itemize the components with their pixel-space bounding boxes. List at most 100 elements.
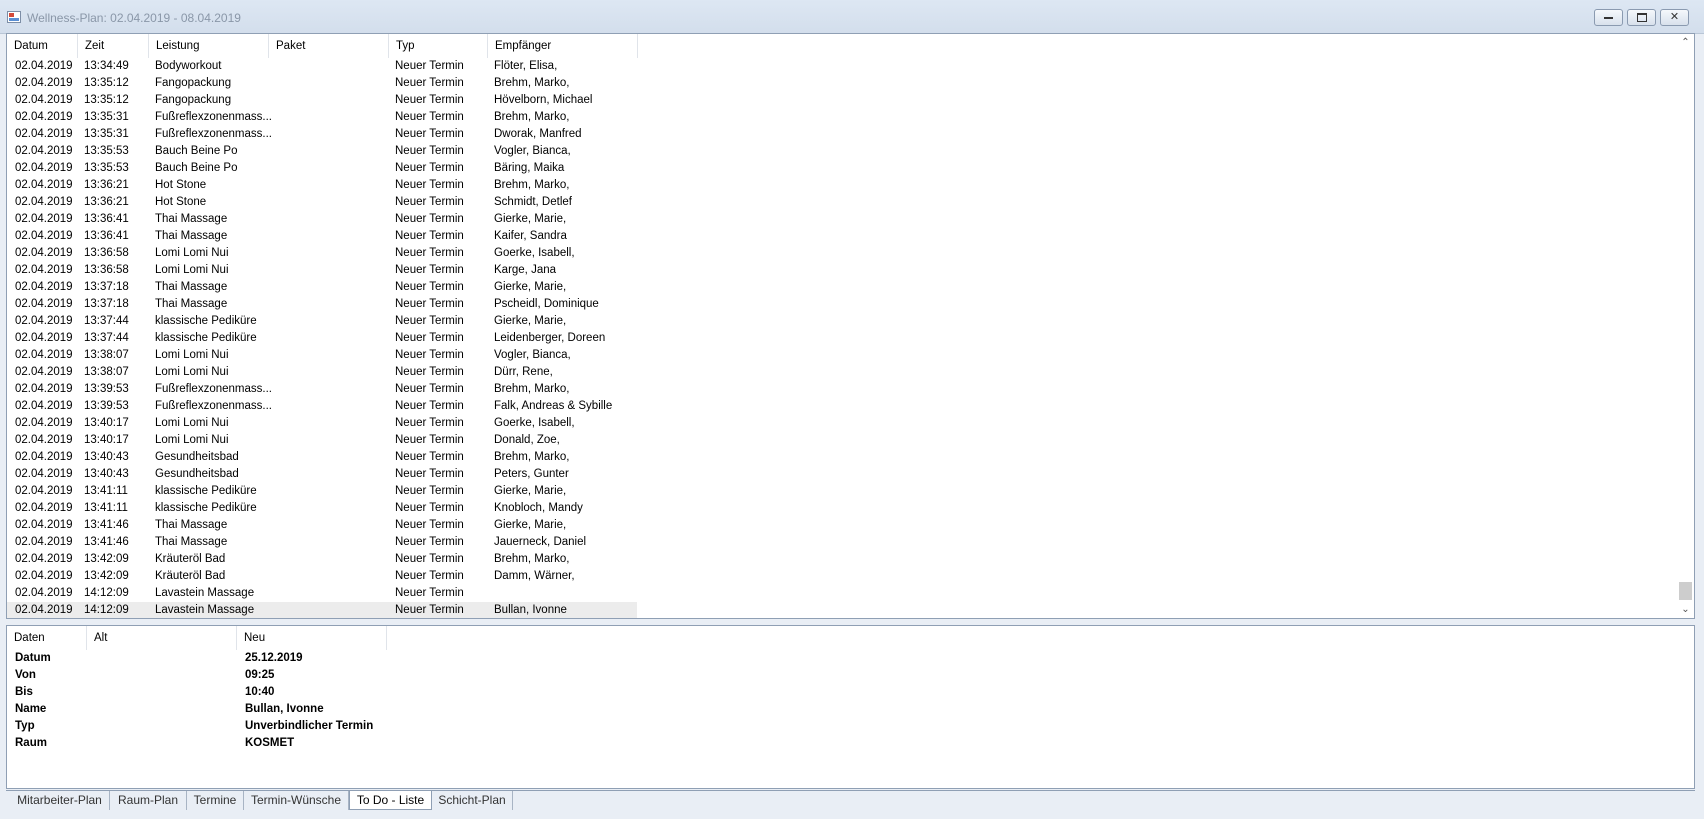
cell-typ: Neuer Termin [395, 485, 464, 497]
table-row[interactable]: 02.04.2019 13:36:58 Lomi Lomi Nui Neuer Ter… [7, 245, 637, 262]
cell-datum: 02.04.2019 [15, 383, 73, 395]
cell-datum: 02.04.2019 [15, 298, 73, 310]
table-row[interactable]: 02.04.2019 13:41:46 Thai Massage Neuer Term… [7, 534, 637, 551]
table-row[interactable]: 02.04.2019 13:36:41 Thai Massage Neuer Term… [7, 211, 637, 228]
tab-schicht-plan[interactable]: Schicht-Plan [432, 791, 513, 810]
tab-termin-wuensche[interactable]: Termin-Wünsche [244, 791, 349, 810]
column-header-zeit[interactable]: Zeit [78, 34, 149, 58]
cell-datum: 02.04.2019 [15, 264, 73, 276]
minimize-button[interactable] [1594, 9, 1623, 26]
table-row[interactable]: 02.04.2019 13:40:17 Lomi Lomi Nui Neuer Ter… [7, 415, 637, 432]
cell-zeit: 14:12:09 [84, 604, 129, 616]
table-row[interactable]: 02.04.2019 13:34:49 Bodyworkout Neuer Termi… [7, 58, 637, 75]
cell-zeit: 13:37:44 [84, 315, 129, 327]
table-row[interactable]: 02.04.2019 13:40:43 Gesundheitsbad Neuer Te… [7, 466, 637, 483]
cell-zeit: 13:41:11 [84, 502, 128, 514]
vertical-scrollbar[interactable]: ⌃ ⌄ [1677, 34, 1694, 618]
column-header-daten[interactable]: Daten [7, 626, 87, 650]
cell-zeit: 13:36:58 [84, 264, 129, 276]
scroll-up-icon[interactable]: ⌃ [1677, 34, 1694, 51]
table-row[interactable]: 02.04.2019 13:40:43 Gesundheitsbad Neuer Te… [7, 449, 637, 466]
detail-table-body: Datum 25.12.2019 Von 09:25 Bis 10:40 Name Bulla… [7, 650, 427, 752]
cell-empfaenger: Knobloch, Mandy [494, 502, 583, 514]
table-row[interactable]: 02.04.2019 14:12:09 Lavastein Massage Neuer… [7, 602, 637, 618]
cell-zeit: 13:42:09 [84, 570, 129, 582]
table-row[interactable]: 02.04.2019 13:39:53 Fußreflexzonenmass... N… [7, 398, 637, 415]
column-header-typ[interactable]: Typ [389, 34, 488, 58]
column-header-neu[interactable]: Neu [237, 626, 387, 650]
column-header-paket[interactable]: Paket [269, 34, 389, 58]
table-row[interactable]: 02.04.2019 13:36:21 Hot Stone Neuer Termin S… [7, 194, 637, 211]
table-row[interactable]: 02.04.2019 13:37:44 klassische Pediküre Neu… [7, 313, 637, 330]
cell-zeit: 13:36:58 [84, 247, 129, 259]
table-row[interactable]: 02.04.2019 13:37:18 Thai Massage Neuer Term… [7, 279, 637, 296]
tab-to-do-liste[interactable]: To Do - Liste [349, 791, 432, 810]
table-row[interactable]: 02.04.2019 13:36:21 Hot Stone Neuer Termin B… [7, 177, 637, 194]
cell-leistung: Lavastein Massage [155, 604, 255, 616]
cell-leistung: Gesundheitsbad [155, 451, 239, 463]
tab-raum-plan[interactable]: Raum-Plan [110, 791, 187, 810]
cell-leistung: Kräuteröl Bad [155, 570, 226, 582]
maximize-button[interactable] [1627, 9, 1656, 26]
table-row[interactable]: 02.04.2019 13:39:53 Fußreflexzonenmass... N… [7, 381, 637, 398]
cell-typ: Neuer Termin [395, 349, 464, 361]
table-row[interactable]: 02.04.2019 13:36:58 Lomi Lomi Nui Neuer Ter… [7, 262, 637, 279]
cell-empfaenger: Dürr, Rene, [494, 366, 553, 378]
cell-leistung: Thai Massage [155, 281, 228, 293]
cell-datum: 02.04.2019 [15, 502, 73, 514]
close-icon: ✕ [1669, 11, 1680, 23]
table-row[interactable]: 02.04.2019 13:35:12 Fangopackung Neuer Term… [7, 92, 637, 109]
tab-termine[interactable]: Termine [187, 791, 244, 810]
cell-typ: Neuer Termin [395, 366, 464, 378]
cell-zeit: 13:35:53 [84, 162, 129, 174]
cell-empfaenger: Brehm, Marko, [494, 111, 570, 123]
table-row[interactable]: 02.04.2019 13:40:17 Lomi Lomi Nui Neuer Ter… [7, 432, 637, 449]
detail-new-value: Bullan, Ivonne [245, 703, 324, 715]
cell-datum: 02.04.2019 [15, 604, 73, 616]
cell-leistung: Thai Massage [155, 298, 228, 310]
cell-empfaenger: Damm, Wärner, [494, 570, 575, 582]
table-row[interactable]: 02.04.2019 13:37:44 klassische Pediküre Neu… [7, 330, 637, 347]
cell-empfaenger: Kaifer, Sandra [494, 230, 567, 242]
table-row[interactable]: 02.04.2019 13:35:53 Bauch Beine Po Neuer Te… [7, 143, 637, 160]
column-header-alt[interactable]: Alt [87, 626, 237, 650]
table-row[interactable]: 02.04.2019 13:41:11 klassische Pediküre Neu… [7, 483, 637, 500]
cell-typ: Neuer Termin [395, 247, 464, 259]
cell-zeit: 13:36:41 [84, 213, 129, 225]
table-row[interactable]: 02.04.2019 13:42:09 Kräuteröl Bad Neuer Ter… [7, 568, 637, 585]
cell-zeit: 13:37:18 [84, 298, 129, 310]
cell-zeit: 13:42:09 [84, 553, 129, 565]
table-row[interactable]: 02.04.2019 13:36:41 Thai Massage Neuer Term… [7, 228, 637, 245]
table-row[interactable]: 02.04.2019 14:12:09 Lavastein Massage Neuer… [7, 585, 637, 602]
scroll-thumb[interactable] [1679, 582, 1692, 600]
cell-leistung: Hot Stone [155, 196, 207, 208]
cell-zeit: 13:35:12 [84, 94, 129, 106]
cell-typ: Neuer Termin [395, 570, 464, 582]
table-row[interactable]: 02.04.2019 13:35:12 Fangopackung Neuer Term… [7, 75, 637, 92]
column-header-empfaenger[interactable]: Empfänger [488, 34, 638, 58]
column-header-datum[interactable]: Datum [7, 34, 78, 58]
tab-mitarbeiter-plan[interactable]: Mitarbeiter-Plan [10, 791, 110, 810]
table-row[interactable]: 02.04.2019 13:37:18 Thai Massage Neuer Term… [7, 296, 637, 313]
cell-leistung: Lomi Lomi Nui [155, 264, 229, 276]
table-row[interactable]: 02.04.2019 13:35:31 Fußreflexzonenmass... N… [7, 126, 637, 143]
table-row[interactable]: 02.04.2019 13:38:07 Lomi Lomi Nui Neuer Ter… [7, 347, 637, 364]
cell-empfaenger: Schmidt, Detlef [494, 196, 572, 208]
scroll-down-icon[interactable]: ⌄ [1677, 601, 1694, 618]
table-row[interactable]: 02.04.2019 13:38:07 Lomi Lomi Nui Neuer Ter… [7, 364, 637, 381]
cell-datum: 02.04.2019 [15, 417, 73, 429]
table-row[interactable]: 02.04.2019 13:35:53 Bauch Beine Po Neuer Te… [7, 160, 637, 177]
table-row[interactable]: 02.04.2019 13:35:31 Fußreflexzonenmass... N… [7, 109, 637, 126]
cell-datum: 02.04.2019 [15, 587, 73, 599]
cell-typ: Neuer Termin [395, 383, 464, 395]
table-row[interactable]: 02.04.2019 13:41:11 klassische Pediküre Neu… [7, 500, 637, 517]
cell-empfaenger: Dworak, Manfred [494, 128, 582, 140]
cell-leistung: Lavastein Massage [155, 587, 255, 599]
cell-datum: 02.04.2019 [15, 366, 73, 378]
table-row[interactable]: 02.04.2019 13:42:09 Kräuteröl Bad Neuer Ter… [7, 551, 637, 568]
cell-datum: 02.04.2019 [15, 400, 73, 412]
detail-label: Raum [15, 737, 47, 749]
table-row[interactable]: 02.04.2019 13:41:46 Thai Massage Neuer Term… [7, 517, 637, 534]
column-header-leistung[interactable]: Leistung [149, 34, 269, 58]
close-button[interactable]: ✕ [1660, 9, 1689, 26]
